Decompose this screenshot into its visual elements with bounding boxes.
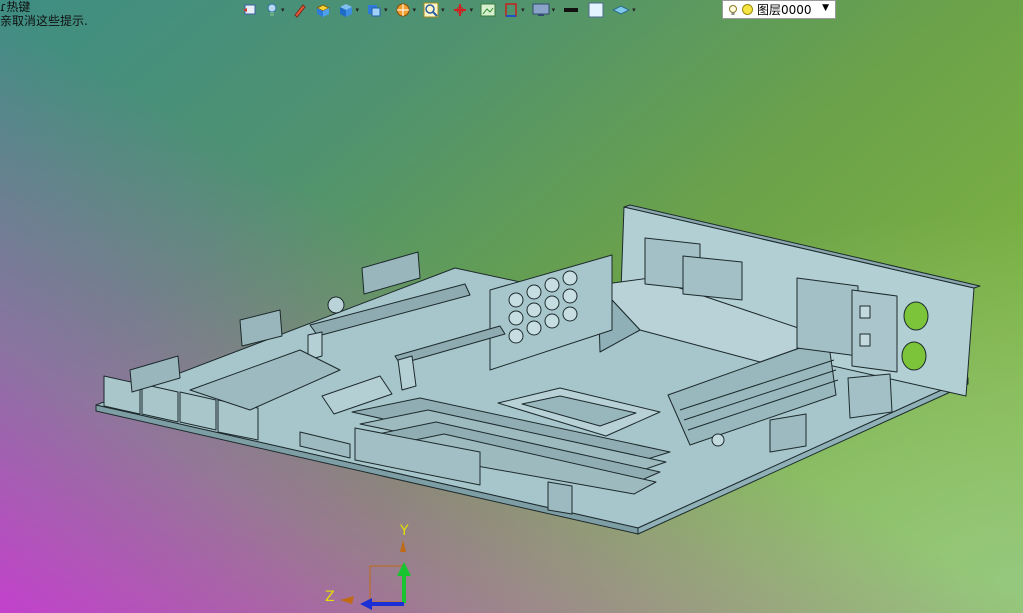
axis-y-label: Y <box>399 523 409 539</box>
io-hole-2 <box>901 341 927 371</box>
axis-y-tip <box>400 540 406 552</box>
io-block-2 <box>851 289 898 373</box>
standoff <box>711 433 725 447</box>
axis-y-arrow <box>397 562 411 576</box>
axis-z-arrow <box>340 596 354 604</box>
axis-z-label: Z <box>325 589 335 605</box>
axis-x-arrow <box>360 598 372 610</box>
axis-origin-box <box>369 565 405 603</box>
io-lan-block <box>682 255 743 301</box>
front-header <box>547 481 573 515</box>
small-block <box>847 373 893 419</box>
io-audio-block <box>796 277 859 357</box>
rear-header <box>769 413 807 453</box>
model-viewport[interactable]: Y Z <box>0 0 1023 613</box>
axis-triad: Y Z <box>325 523 411 610</box>
motherboard-model <box>95 204 981 535</box>
io-port-2 <box>859 333 871 347</box>
io-port-1 <box>859 305 871 319</box>
battery <box>327 296 345 314</box>
io-hole-1 <box>903 301 929 331</box>
